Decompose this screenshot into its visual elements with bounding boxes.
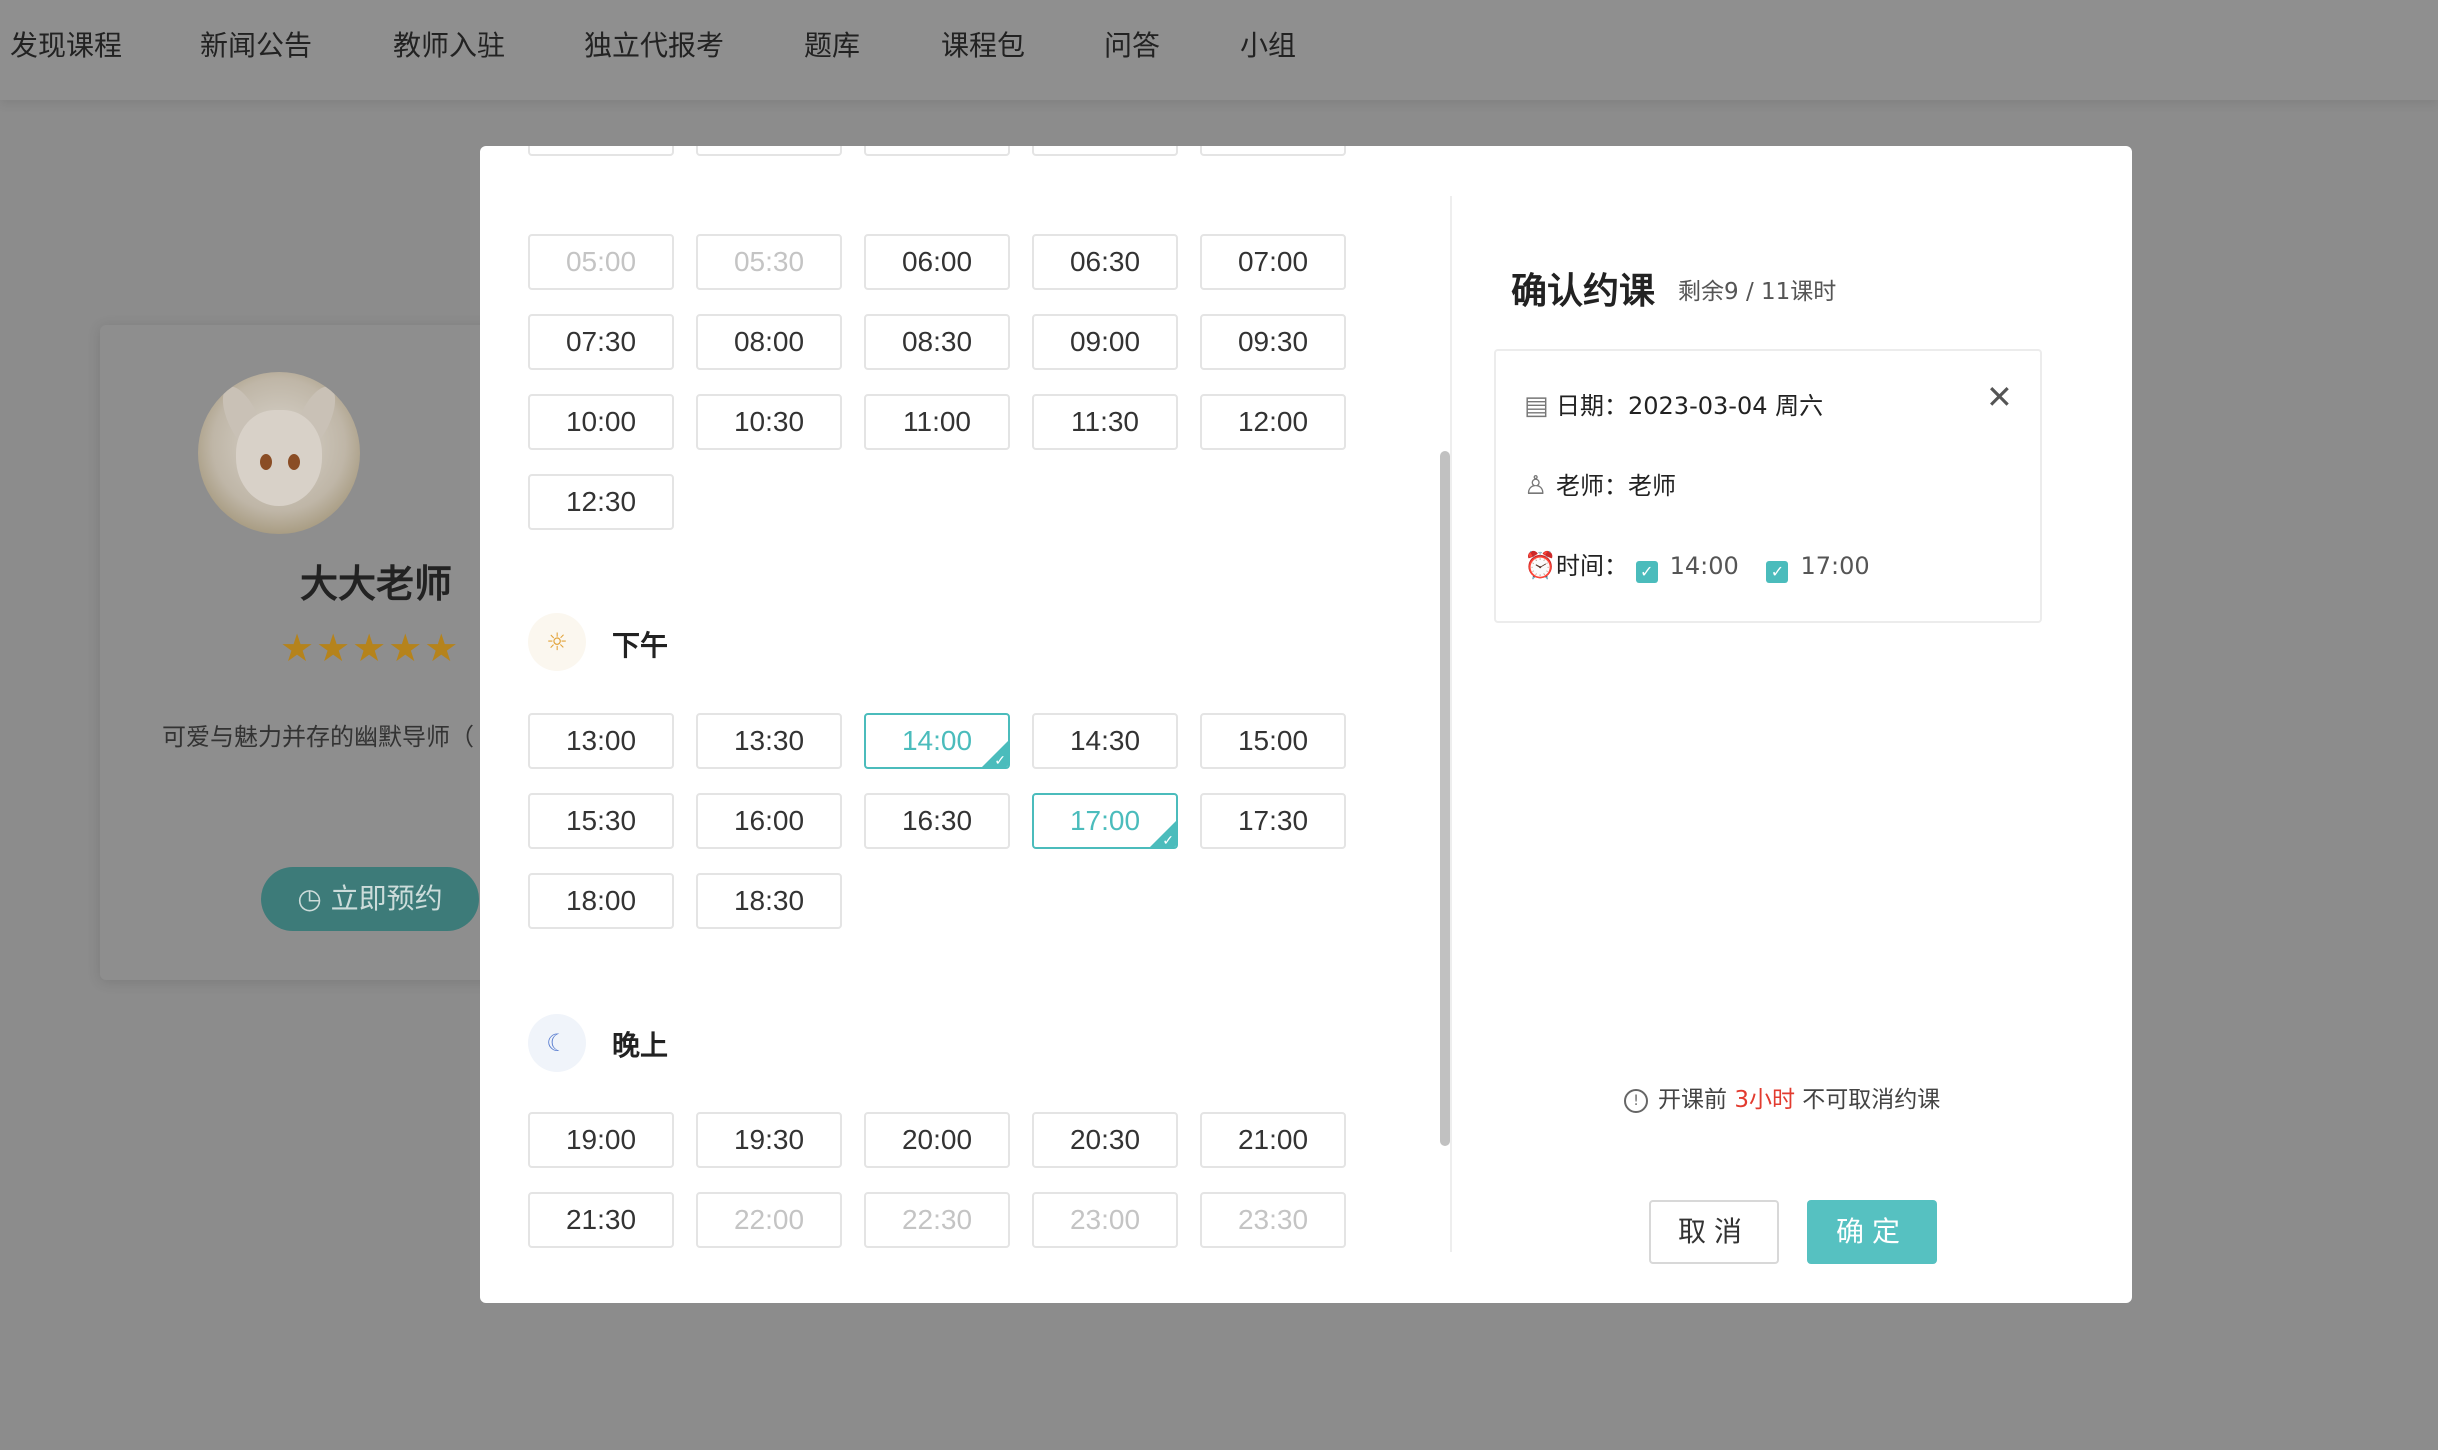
time-slot-2230: 22:30 bbox=[864, 1192, 1010, 1248]
time-slot-0830[interactable]: 08:30 bbox=[864, 314, 1010, 370]
time-slot-0630[interactable]: 06:30 bbox=[1032, 234, 1178, 290]
time-slot-0930[interactable]: 09:30 bbox=[1200, 314, 1346, 370]
book-now-button[interactable]: ◷ 立即预约 bbox=[261, 867, 479, 931]
time-slot-1200[interactable]: 12:00 bbox=[1200, 394, 1346, 450]
time-slot-2000[interactable]: 20:00 bbox=[864, 1112, 1010, 1168]
checkbox-icon[interactable]: ✓ bbox=[1635, 561, 1658, 583]
time-row: ⏰时间： ✓ 14:00 ✓ 17:00 bbox=[1524, 551, 1870, 583]
time-slot-2130[interactable]: 21:30 bbox=[528, 1192, 674, 1248]
cancel-policy-notice: ! 开课前 3小时 不可取消约课 bbox=[1624, 1080, 1940, 1114]
time-slot-2300: 23:00 bbox=[1032, 1192, 1178, 1248]
time-slot-1430[interactable]: 14:30 bbox=[1032, 713, 1178, 769]
nav-course-package[interactable]: 课程包 bbox=[941, 24, 1025, 64]
sun-icon: ☼ bbox=[528, 613, 586, 671]
time-slot-0900[interactable]: 09:00 bbox=[1032, 314, 1178, 370]
time-slot-0730[interactable]: 07:30 bbox=[528, 314, 674, 370]
date-value: 2023-03-04 周六 bbox=[1628, 392, 1824, 420]
calendar-icon: ▤ bbox=[1524, 391, 1549, 421]
time-slot-partial bbox=[696, 146, 842, 156]
time-slot-1700[interactable]: 17:00 ✓ bbox=[1032, 793, 1178, 849]
time-slot-partial bbox=[528, 146, 674, 156]
selected-time: 14:00 bbox=[1669, 552, 1739, 580]
time-slot-1900[interactable]: 19:00 bbox=[528, 1112, 674, 1168]
time-slot-0500: 05:00 bbox=[528, 234, 674, 290]
nav-question-bank[interactable]: 题库 bbox=[804, 24, 860, 64]
nav-qa[interactable]: 问答 bbox=[1104, 24, 1160, 64]
confirm-title: 确认约课 bbox=[1511, 271, 1656, 312]
time-slot-1630[interactable]: 16:30 bbox=[864, 793, 1010, 849]
top-navigation: 发现课程 新闻公告 教师入驻 独立代报考 题库 课程包 问答 小组 bbox=[0, 0, 2438, 100]
teacher-intro: 可爱与魅力并存的幽默导师（ bbox=[162, 723, 474, 751]
checkbox-icon[interactable]: ✓ bbox=[1766, 561, 1789, 583]
time-slot-partial bbox=[1032, 146, 1178, 156]
time-slot-1030[interactable]: 10:30 bbox=[696, 394, 842, 450]
time-slot-0800[interactable]: 08:00 bbox=[696, 314, 842, 370]
time-slot-1100[interactable]: 11:00 bbox=[864, 394, 1010, 450]
selected-time: 17:00 bbox=[1800, 552, 1870, 580]
time-slot-1130[interactable]: 11:30 bbox=[1032, 394, 1178, 450]
time-slot-partial bbox=[864, 146, 1010, 156]
info-icon: ! bbox=[1624, 1089, 1648, 1113]
time-slot-1800[interactable]: 18:00 bbox=[528, 873, 674, 929]
close-icon[interactable]: ✕ bbox=[1986, 378, 2013, 416]
time-slot-0700[interactable]: 07:00 bbox=[1200, 234, 1346, 290]
nav-discover-courses[interactable]: 发现课程 bbox=[10, 24, 122, 64]
nav-exam-registration[interactable]: 独立代报考 bbox=[584, 24, 724, 64]
booking-modal: 05:00 05:30 06:00 06:30 07:00 07:30 08:00 08:30… bbox=[480, 146, 2132, 1303]
check-icon: ✓ bbox=[1162, 832, 1174, 848]
teacher-avatar bbox=[198, 372, 360, 534]
time-slot-2330: 23:30 bbox=[1200, 1192, 1346, 1248]
time-slot-1000[interactable]: 10:00 bbox=[528, 394, 674, 450]
nav-groups[interactable]: 小组 bbox=[1240, 24, 1296, 64]
time-slot-1530[interactable]: 15:30 bbox=[528, 793, 674, 849]
moon-icon: ☾ bbox=[528, 1014, 586, 1072]
time-slot-2100[interactable]: 21:00 bbox=[1200, 1112, 1346, 1168]
nav-news[interactable]: 新闻公告 bbox=[200, 24, 312, 64]
teacher-value: 老师 bbox=[1628, 472, 1676, 500]
nav-teacher-join[interactable]: 教师入驻 bbox=[393, 24, 505, 64]
check-icon: ✓ bbox=[994, 752, 1006, 768]
time-slot-1330[interactable]: 13:30 bbox=[696, 713, 842, 769]
remaining-hours: 剩余9 / 11课时 bbox=[1678, 279, 1837, 305]
time-slot-1400[interactable]: 14:00 ✓ bbox=[864, 713, 1010, 769]
evening-label: 晚上 bbox=[612, 1029, 669, 1062]
time-slot-1230[interactable]: 12:30 bbox=[528, 474, 674, 530]
time-slot-1730[interactable]: 17:30 bbox=[1200, 793, 1346, 849]
time-slot-panel[interactable]: 05:00 05:30 06:00 06:30 07:00 07:30 08:00 08:30… bbox=[480, 146, 1450, 1303]
clock-icon: ◷ bbox=[297, 882, 331, 915]
cancel-button[interactable]: 取消 bbox=[1649, 1200, 1779, 1264]
time-slot-0530: 05:30 bbox=[696, 234, 842, 290]
rating-stars: ★★★★★ bbox=[280, 626, 461, 670]
teacher-name: 大大老师 bbox=[300, 562, 453, 606]
time-slot-1600[interactable]: 16:00 bbox=[696, 793, 842, 849]
alarm-clock-icon: ⏰ bbox=[1524, 551, 1557, 581]
date-row: ▤ 日期：2023-03-04 周六 bbox=[1524, 391, 1824, 421]
time-slot-2200: 22:00 bbox=[696, 1192, 842, 1248]
time-slot-partial bbox=[1200, 146, 1346, 156]
afternoon-label: 下午 bbox=[612, 629, 669, 662]
confirm-button[interactable]: 确定 bbox=[1807, 1200, 1937, 1264]
time-slot-1930[interactable]: 19:30 bbox=[696, 1112, 842, 1168]
time-slot-0600[interactable]: 06:00 bbox=[864, 234, 1010, 290]
time-slot-1830[interactable]: 18:30 bbox=[696, 873, 842, 929]
scrollbar[interactable] bbox=[1440, 451, 1450, 1146]
time-slot-1500[interactable]: 15:00 bbox=[1200, 713, 1346, 769]
divider bbox=[1450, 196, 1452, 1252]
user-icon: ♙ bbox=[1524, 471, 1548, 501]
time-slot-1300[interactable]: 13:00 bbox=[528, 713, 674, 769]
teacher-row: ♙ 老师：老师 bbox=[1524, 471, 1676, 501]
time-slot-2030[interactable]: 20:30 bbox=[1032, 1112, 1178, 1168]
